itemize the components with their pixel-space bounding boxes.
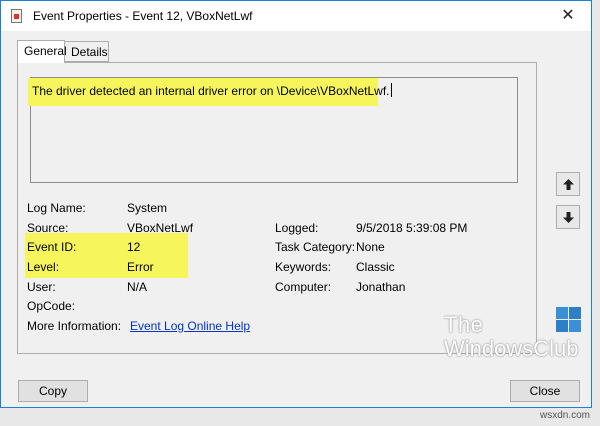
task-category-label: Task Category: — [275, 240, 356, 254]
previous-event-button[interactable] — [556, 172, 580, 196]
watermark-text: wsxdn.com — [540, 410, 591, 421]
title-bar[interactable]: Event Properties - Event 12, VBoxNetLwf … — [1, 1, 591, 31]
close-icon[interactable]: ✕ — [553, 5, 583, 27]
keywords-value: Classic — [356, 260, 395, 274]
level-value: Error — [127, 260, 154, 274]
close-button[interactable]: Close — [510, 380, 580, 402]
level-label: Level: — [27, 260, 60, 274]
tab-general[interactable]: General — [17, 40, 67, 63]
windows-logo-icon — [556, 307, 582, 333]
source-label: Source: — [27, 221, 69, 235]
log-name-value: System — [127, 201, 168, 215]
window-title: Event Properties - Event 12, VBoxNetLwf — [33, 9, 253, 23]
arrow-down-icon — [563, 212, 574, 223]
logo-text-windowsclub: WindowsClub — [444, 336, 579, 361]
event-id-label: Event ID: — [27, 240, 77, 254]
arrow-up-icon — [563, 179, 574, 190]
event-log-online-help-link[interactable]: Event Log Online Help — [130, 319, 250, 333]
tab-details[interactable]: Details — [65, 41, 109, 62]
logged-label: Logged: — [275, 221, 319, 235]
next-event-button[interactable] — [556, 205, 580, 229]
more-information-label: More Information: — [27, 319, 122, 333]
computer-value: Jonathan — [356, 280, 406, 294]
user-value: N/A — [127, 280, 148, 294]
task-category-value: None — [356, 240, 385, 254]
keywords-label: Keywords: — [275, 260, 332, 274]
user-label: User: — [27, 280, 56, 294]
opcode-label: OpCode: — [27, 299, 76, 313]
source-value: VBoxNetLwf — [127, 221, 194, 235]
description-text: The driver detected an internal driver e… — [32, 83, 392, 98]
computer-label: Computer: — [275, 280, 332, 294]
logged-value: 9/5/2018 5:39:08 PM — [356, 221, 468, 235]
log-name-label: Log Name: — [27, 201, 86, 215]
copy-button[interactable]: Copy — [18, 380, 88, 402]
logo-text-the: The — [444, 312, 484, 337]
event-log-icon — [11, 9, 22, 23]
text-caret — [390, 83, 392, 97]
event-id-value: 12 — [127, 240, 141, 254]
